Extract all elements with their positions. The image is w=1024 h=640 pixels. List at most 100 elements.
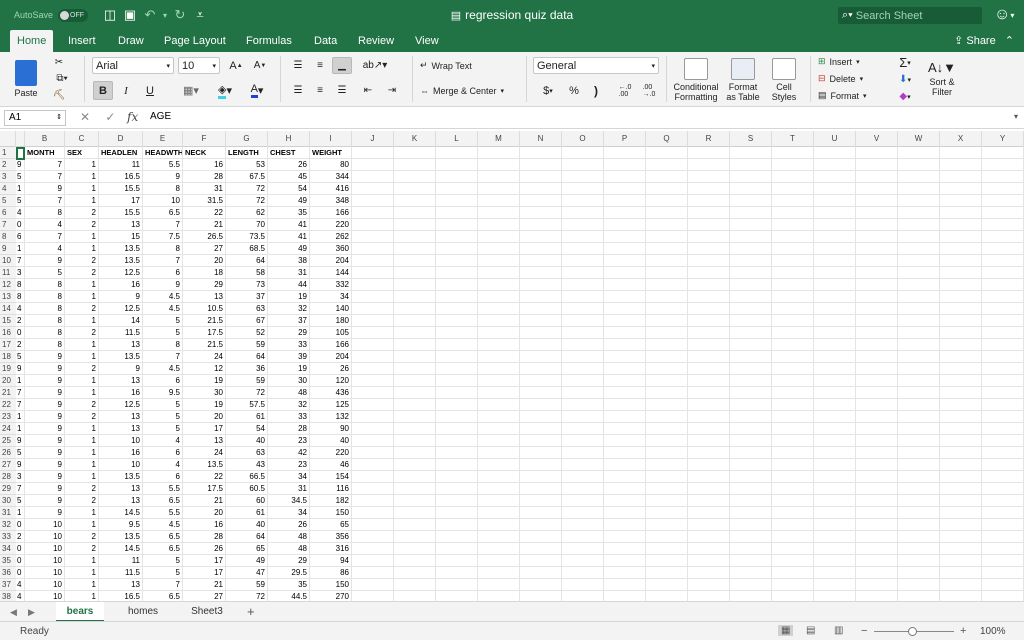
column-header[interactable]: T	[772, 131, 814, 147]
sheet-tab-homes[interactable]: homes	[112, 602, 174, 622]
empty-cell[interactable]	[898, 411, 940, 423]
empty-cell[interactable]	[646, 279, 688, 291]
cell-a[interactable]: 1	[16, 375, 25, 387]
cell[interactable]: 26	[268, 159, 310, 171]
empty-cell[interactable]	[688, 303, 730, 315]
cell-a[interactable]: 0	[16, 327, 25, 339]
empty-cell[interactable]	[688, 519, 730, 531]
empty-cell[interactable]	[562, 291, 604, 303]
cell-a[interactable]: 0	[16, 219, 25, 231]
align-middle-icon[interactable]: ≡	[310, 57, 330, 74]
empty-cell[interactable]	[940, 183, 982, 195]
empty-cell[interactable]	[898, 279, 940, 291]
empty-cell[interactable]	[772, 243, 814, 255]
empty-cell[interactable]	[814, 159, 856, 171]
merge-center-button[interactable]: ⇔ Merge & Center ▾	[420, 82, 520, 99]
cell-a[interactable]: 4	[16, 303, 25, 315]
empty-cell[interactable]	[688, 339, 730, 351]
empty-cell[interactable]	[688, 255, 730, 267]
empty-cell[interactable]	[856, 579, 898, 591]
paste-button[interactable]: Paste	[8, 56, 44, 102]
cell[interactable]: 4	[25, 243, 65, 255]
empty-cell[interactable]	[646, 435, 688, 447]
empty-cell[interactable]	[730, 531, 772, 543]
empty-cell[interactable]	[940, 519, 982, 531]
empty-cell[interactable]	[394, 531, 436, 543]
cell[interactable]: 63	[226, 447, 268, 459]
empty-cell[interactable]	[940, 459, 982, 471]
empty-cell[interactable]	[688, 195, 730, 207]
empty-cell[interactable]	[394, 159, 436, 171]
empty-cell[interactable]	[898, 243, 940, 255]
cell[interactable]: 332	[310, 279, 352, 291]
cell[interactable]: 5.5	[143, 483, 183, 495]
empty-cell[interactable]	[898, 183, 940, 195]
row-header[interactable]: 9	[0, 243, 16, 255]
empty-cell[interactable]	[646, 207, 688, 219]
empty-cell[interactable]	[520, 207, 562, 219]
empty-cell[interactable]	[982, 543, 1024, 555]
cell[interactable]: 72	[226, 183, 268, 195]
cell[interactable]: 28	[268, 423, 310, 435]
empty-cell[interactable]	[646, 423, 688, 435]
empty-cell[interactable]	[436, 243, 478, 255]
empty-cell[interactable]	[520, 387, 562, 399]
cell[interactable]: 17.5	[183, 327, 226, 339]
empty-cell[interactable]	[688, 231, 730, 243]
empty-cell[interactable]	[352, 219, 394, 231]
empty-cell[interactable]	[730, 567, 772, 579]
row-header[interactable]: 12	[0, 279, 16, 291]
empty-cell[interactable]	[814, 279, 856, 291]
cell[interactable]: 34	[268, 507, 310, 519]
empty-cell[interactable]	[772, 447, 814, 459]
cell-a[interactable]: 7	[16, 399, 25, 411]
cell[interactable]: 5	[25, 267, 65, 279]
empty-cell[interactable]	[646, 183, 688, 195]
empty-cell[interactable]	[730, 315, 772, 327]
empty-cell[interactable]	[562, 315, 604, 327]
empty-cell[interactable]	[436, 231, 478, 243]
cell[interactable]: 120	[310, 375, 352, 387]
empty-cell[interactable]	[646, 147, 688, 159]
empty-cell[interactable]	[856, 303, 898, 315]
cell[interactable]: 19	[183, 399, 226, 411]
row-header[interactable]: 8	[0, 231, 16, 243]
cell[interactable]: 6	[143, 471, 183, 483]
decrease-font-icon[interactable]: A ▼	[250, 57, 270, 74]
empty-cell[interactable]	[940, 315, 982, 327]
empty-cell[interactable]	[562, 207, 604, 219]
row-header[interactable]: 26	[0, 447, 16, 459]
empty-cell[interactable]	[772, 183, 814, 195]
empty-cell[interactable]	[772, 219, 814, 231]
empty-cell[interactable]	[394, 183, 436, 195]
cell[interactable]: 1	[65, 591, 99, 601]
empty-cell[interactable]	[394, 567, 436, 579]
cell[interactable]: 12.5	[99, 303, 143, 315]
empty-cell[interactable]	[688, 243, 730, 255]
row-header[interactable]: 22	[0, 399, 16, 411]
cell[interactable]: 72	[226, 195, 268, 207]
row-header[interactable]: 19	[0, 363, 16, 375]
empty-cell[interactable]	[646, 591, 688, 601]
empty-cell[interactable]	[730, 159, 772, 171]
empty-cell[interactable]	[478, 267, 520, 279]
empty-cell[interactable]	[604, 243, 646, 255]
empty-cell[interactable]	[562, 519, 604, 531]
empty-cell[interactable]	[688, 315, 730, 327]
empty-cell[interactable]	[478, 543, 520, 555]
cell[interactable]: 47	[226, 567, 268, 579]
cell[interactable]: 73	[226, 279, 268, 291]
empty-cell[interactable]	[772, 555, 814, 567]
empty-cell[interactable]	[772, 399, 814, 411]
comma-style-button[interactable]: )	[587, 82, 605, 99]
cell[interactable]: 9	[25, 255, 65, 267]
column-header[interactable]: E	[143, 131, 183, 147]
column-header[interactable]	[16, 131, 25, 147]
tab-review[interactable]: Review	[351, 30, 401, 52]
empty-cell[interactable]	[436, 579, 478, 591]
empty-cell[interactable]	[436, 183, 478, 195]
empty-cell[interactable]	[982, 567, 1024, 579]
empty-cell[interactable]	[520, 447, 562, 459]
fill-color-icon[interactable]: ◈ ▾	[210, 81, 240, 100]
cell-a[interactable]: 2	[16, 531, 25, 543]
